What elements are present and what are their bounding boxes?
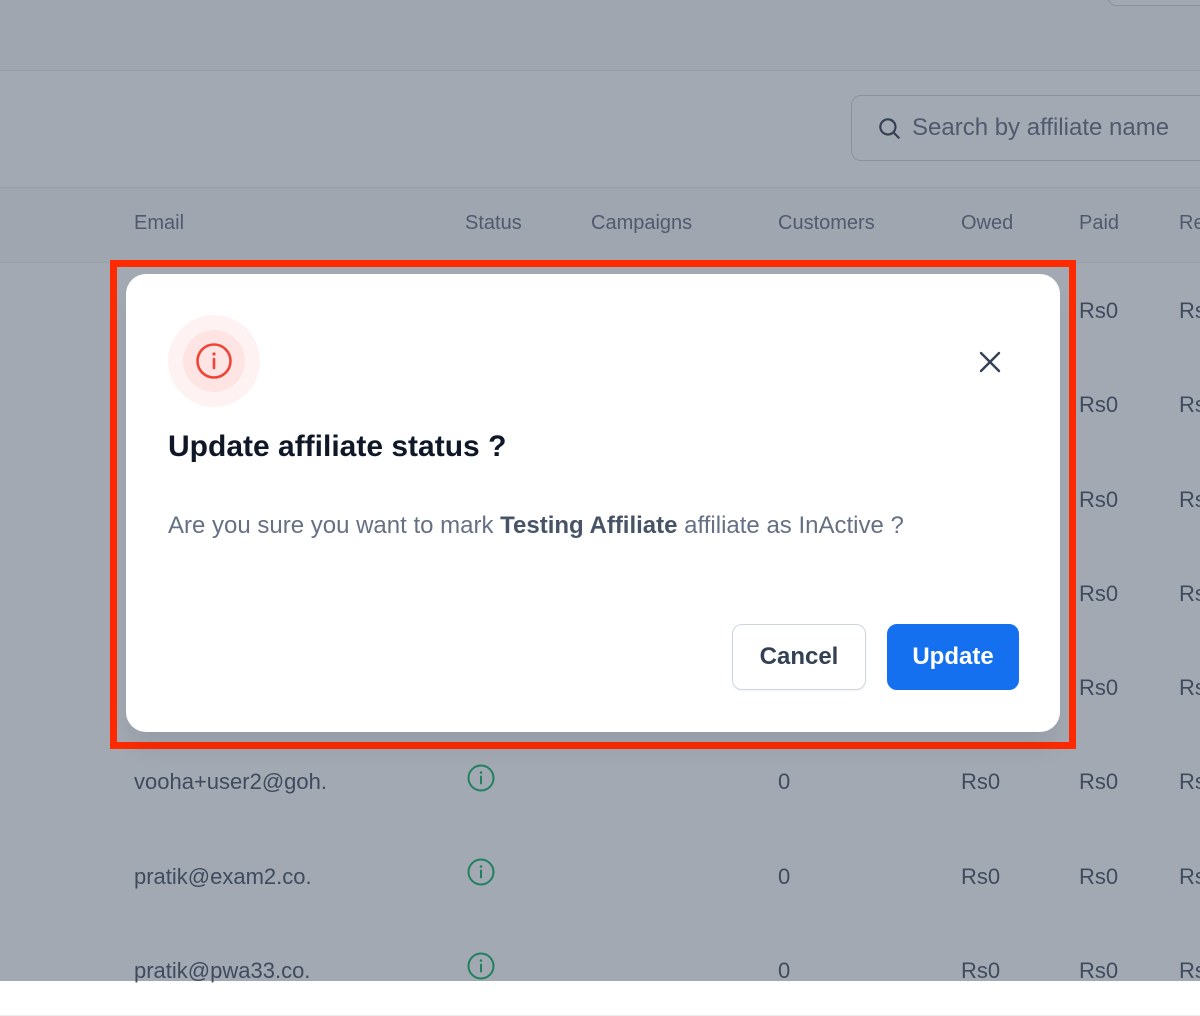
dialog-message: Are you sure you want to mark Testing Af… <box>168 512 904 540</box>
message-suffix: affiliate as InActive ? <box>677 512 904 539</box>
featured-icon <box>168 315 260 407</box>
close-icon[interactable] <box>977 349 1003 375</box>
info-circle-icon <box>196 343 232 379</box>
dialog-title: Update affiliate status ? <box>168 430 507 463</box>
update-button[interactable]: Update <box>887 624 1019 690</box>
affiliate-name: Testing Affiliate <box>500 512 678 539</box>
cancel-button[interactable]: Cancel <box>732 624 866 690</box>
close-button[interactable] <box>972 344 1008 380</box>
update-status-dialog: Update affiliate status ? Are you sure y… <box>126 274 1060 732</box>
message-prefix: Are you sure you want to mark <box>168 512 501 539</box>
